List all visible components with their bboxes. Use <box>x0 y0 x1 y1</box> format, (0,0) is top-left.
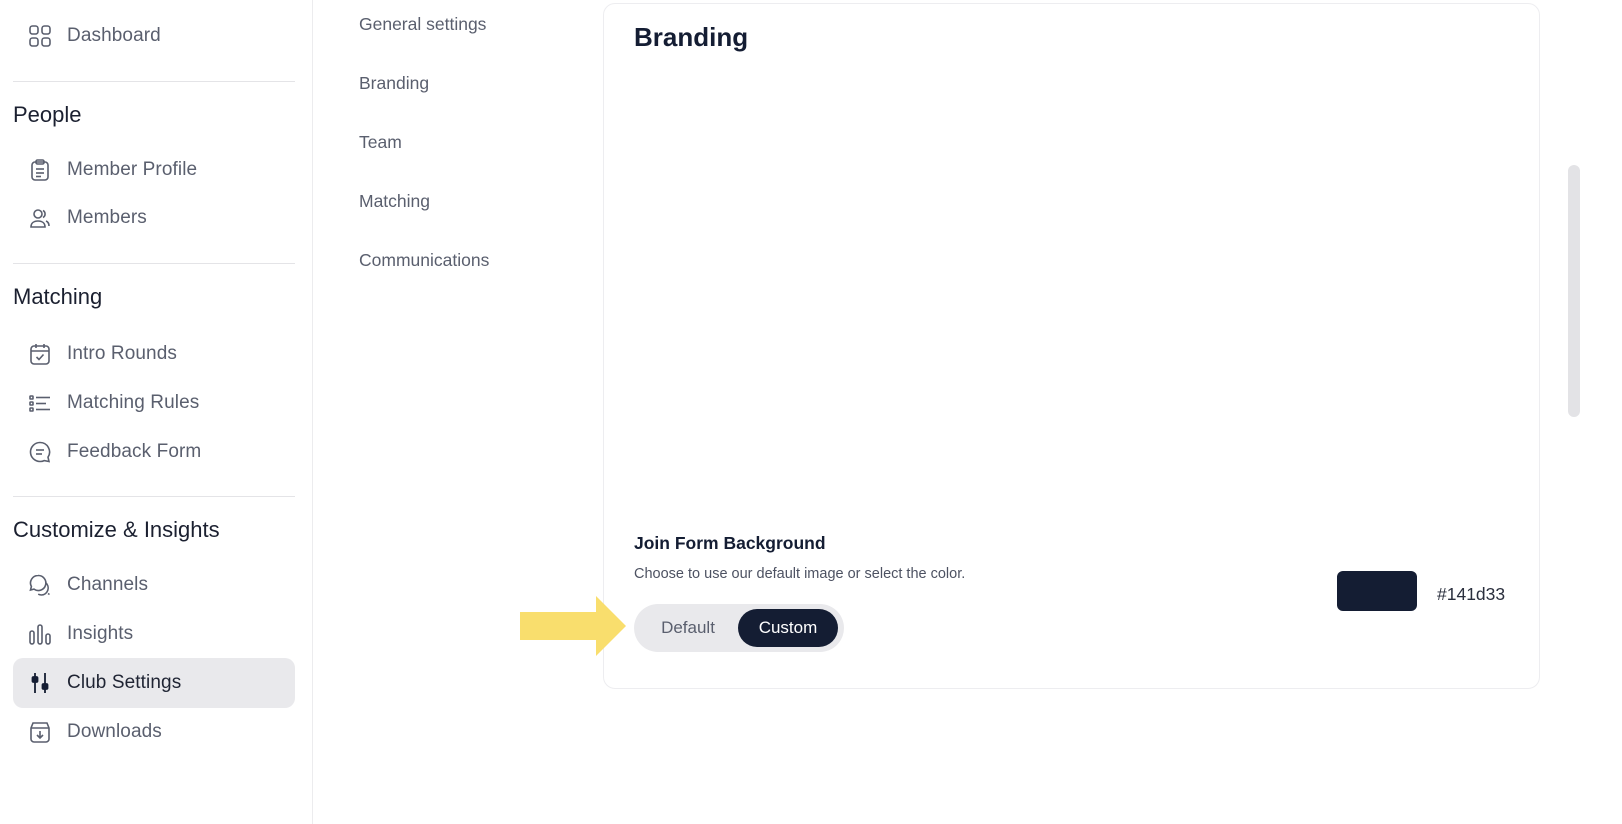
background-mode-toggle: Default Custom <box>634 604 844 652</box>
sidebar-item-label: Downloads <box>67 721 162 742</box>
sidebar-item-feedback-form[interactable]: Feedback Form <box>13 427 295 477</box>
subnav-branding[interactable]: Branding <box>359 73 429 94</box>
divider <box>13 81 295 82</box>
sidebar-item-club-settings[interactable]: Club Settings <box>13 658 295 708</box>
scrollbar[interactable] <box>1568 165 1580 417</box>
subnav-matching[interactable]: Matching <box>359 191 430 212</box>
page-title: Branding <box>634 22 749 52</box>
sidebar-item-matching-rules[interactable]: Matching Rules <box>13 378 295 428</box>
sidebar-item-downloads[interactable]: Downloads <box>13 707 295 757</box>
sidebar-item-label: Intro Rounds <box>67 343 177 364</box>
color-hex-value: #141d33 <box>1437 584 1506 604</box>
join-form-background-description: Choose to use our default image or selec… <box>634 566 966 582</box>
section-title-customize-insights: Customize & Insights <box>13 517 220 542</box>
section-title-people: People <box>13 102 82 127</box>
sidebar-item-label: Members <box>67 207 147 228</box>
grid-icon <box>28 24 52 48</box>
download-box-icon <box>28 720 52 744</box>
sidebar-item-label: Club Settings <box>67 672 182 693</box>
sidebar-item-insights[interactable]: Insights <box>13 609 295 659</box>
sidebar-item-label: Channels <box>67 574 149 595</box>
subnav-general-settings[interactable]: General settings <box>359 14 486 35</box>
arrow-annotation-icon <box>520 596 626 656</box>
branding-card: Branding Join Form Background Choose to … <box>603 3 1540 689</box>
sidebar-item-channels[interactable]: Channels <box>13 560 295 610</box>
sidebar-item-label: Insights <box>67 623 134 644</box>
default-option-button[interactable]: Default <box>640 609 736 647</box>
divider <box>13 263 295 264</box>
section-title-matching: Matching <box>13 284 103 309</box>
message-icon <box>28 440 52 464</box>
sidebar-item-dashboard[interactable]: Dashboard <box>13 11 295 61</box>
sidebar-item-label: Member Profile <box>67 159 198 180</box>
sidebar-item-label: Feedback Form <box>67 441 202 462</box>
subnav-communications[interactable]: Communications <box>359 250 489 271</box>
subnav-team[interactable]: Team <box>359 132 402 153</box>
join-form-background-heading: Join Form Background <box>634 533 826 553</box>
sidebar-item-label: Dashboard <box>67 25 161 46</box>
sidebar-item-intro-rounds[interactable]: Intro Rounds <box>13 329 295 379</box>
clipboard-icon <box>28 158 52 182</box>
bar-chart-icon <box>28 622 52 646</box>
sidebar: Dashboard People Member Profile Members … <box>0 0 313 824</box>
custom-option-button[interactable]: Custom <box>738 609 838 647</box>
users-icon <box>28 206 52 230</box>
sliders-icon <box>28 671 52 695</box>
sidebar-item-member-profile[interactable]: Member Profile <box>13 145 295 195</box>
list-icon <box>28 391 52 415</box>
sidebar-item-label: Matching Rules <box>67 392 200 413</box>
calendar-check-icon <box>28 342 52 366</box>
chat-bubbles-icon <box>28 573 52 597</box>
color-swatch[interactable] <box>1337 571 1417 611</box>
sidebar-item-members[interactable]: Members <box>13 193 295 243</box>
divider <box>13 496 295 497</box>
